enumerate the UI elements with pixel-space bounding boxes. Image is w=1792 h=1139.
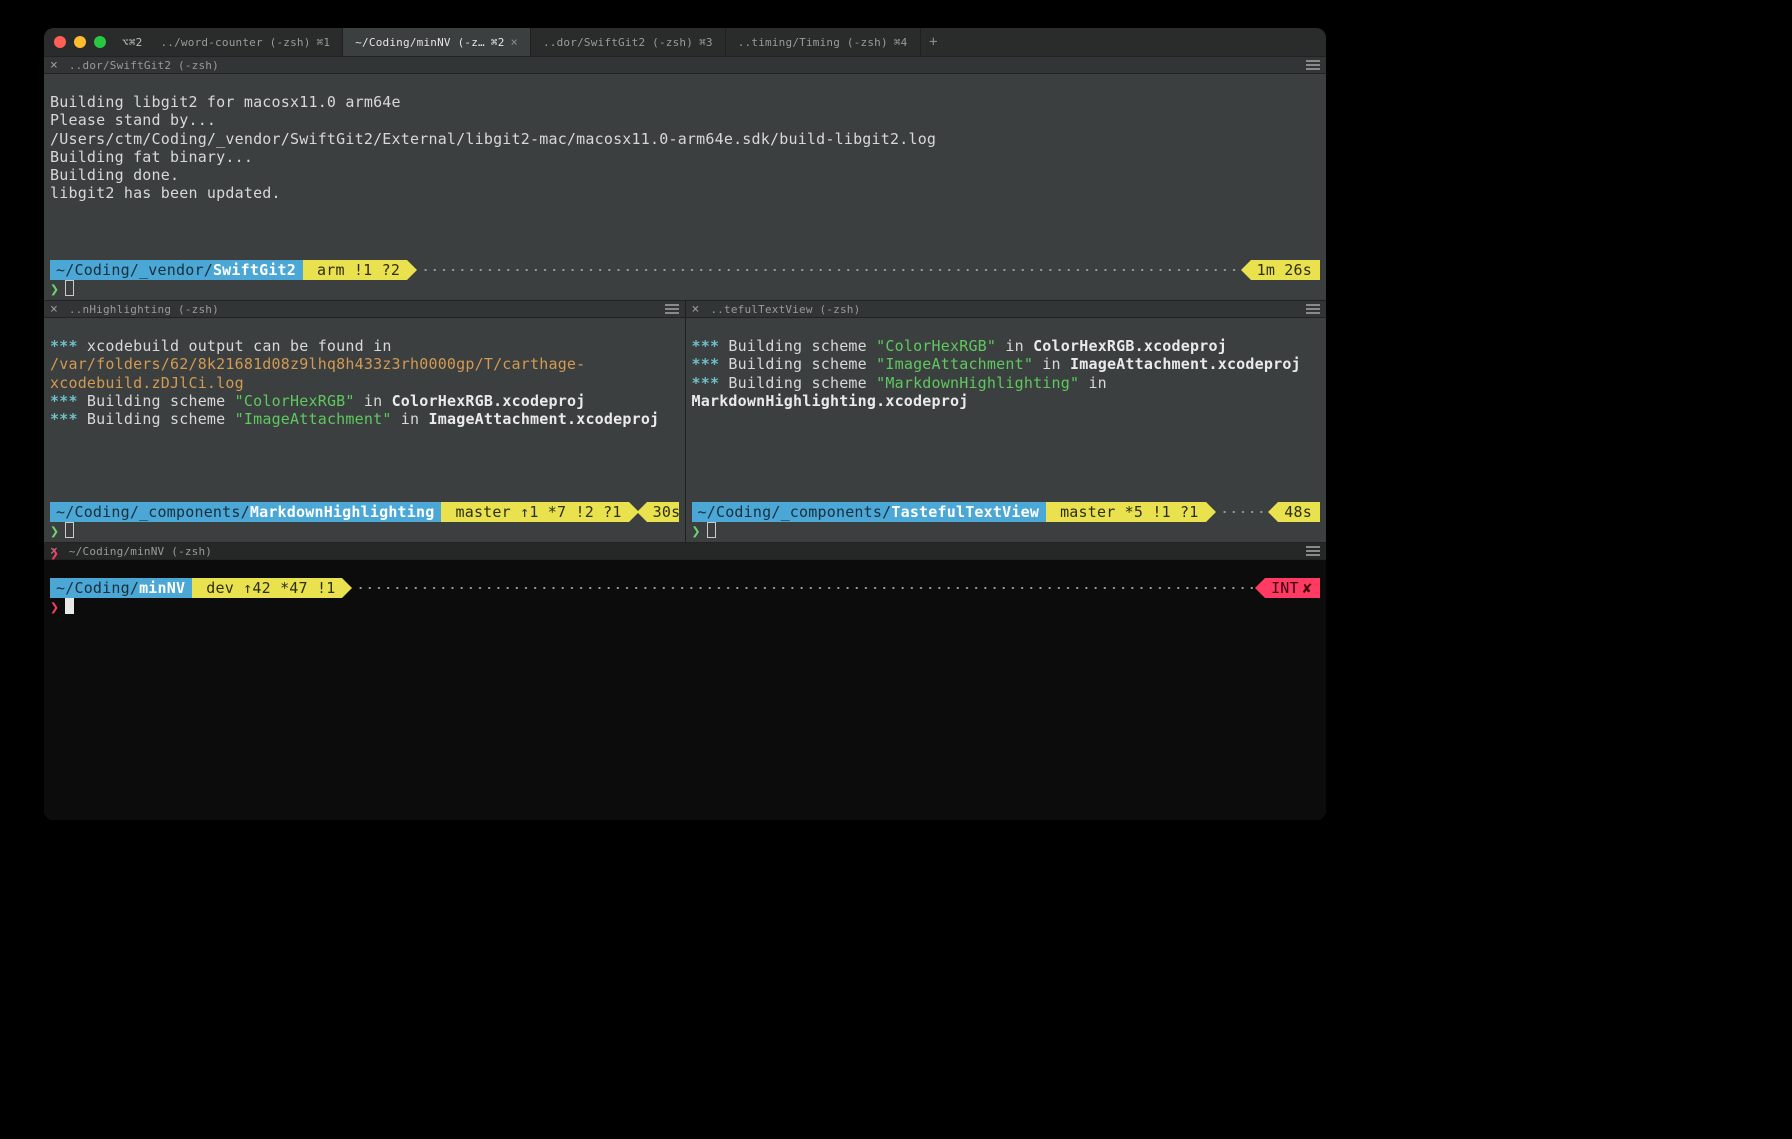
terminal-output: *** Building scheme "ColorHexRGB" in Col… <box>686 318 1327 410</box>
prompt-path-segment: ~/Coding/_vendor/SwiftGit2 <box>50 260 303 280</box>
prompt-timer-segment: 1m 26s <box>1251 260 1320 280</box>
pane-title: ..dor/SwiftGit2 (-zsh) <box>69 59 219 72</box>
tab-1[interactable]: ../word-counter (-zsh) ⌘1 <box>148 28 343 56</box>
pane-minnv[interactable]: × ~/Coding/minNV (-zsh) ❯ ~/Coding/minNV… <box>44 542 1326 820</box>
prompt: ~/Coding/minNV dev ↑42 *47 !1 INT✘ <box>50 578 1320 598</box>
prompt-status-segment: INT✘ <box>1265 578 1320 598</box>
prompt-timer-segment: 48s <box>1278 502 1320 522</box>
tab-2[interactable]: ~/Coding/minNV (-z… ⌘2 × <box>343 28 531 56</box>
tab-bar: ⌥⌘2 ../word-counter (-zsh) ⌘1 ~/Coding/m… <box>44 28 1326 56</box>
prompt-branch-segment: master *5 !1 ?1 <box>1046 502 1205 522</box>
terminal-window: ⌥⌘2 ../word-counter (-zsh) ⌘1 ~/Coding/m… <box>44 28 1326 820</box>
cursor <box>707 522 716 538</box>
prompt: ~/Coding/_vendor/SwiftGit2 arm !1 ?2 1m … <box>50 260 1320 280</box>
terminal-output: Building libgit2 for macosx11.0 arm64e P… <box>44 74 1326 202</box>
tab-3[interactable]: ..dor/SwiftGit2 (-zsh) ⌘3 <box>531 28 726 56</box>
minimize-window-button[interactable] <box>74 36 86 48</box>
panes: × ..dor/SwiftGit2 (-zsh) Building libgit… <box>44 56 1326 820</box>
cursor <box>65 598 74 614</box>
error-icon: ✘ <box>1303 579 1312 597</box>
close-icon[interactable]: × <box>692 302 700 317</box>
tab-4[interactable]: ..timing/Timing (-zsh) ⌘4 <box>726 28 921 56</box>
pane-markdownhighlighting[interactable]: × ..nHighlighting (-zsh) *** xcodebuild … <box>44 300 685 542</box>
tabbar-prefix-icon: ⌥⌘2 <box>122 36 142 49</box>
pane-title-bar: × ..tefulTextView (-zsh) <box>686 300 1327 318</box>
prompt: ~/Coding/_components/TastefulTextView ma… <box>692 502 1321 522</box>
hamburger-icon[interactable] <box>1306 550 1320 552</box>
close-window-button[interactable] <box>54 36 66 48</box>
pane-title-bar: × ..nHighlighting (-zsh) <box>44 300 685 318</box>
prompt-path-segment: ~/Coding/minNV <box>50 578 192 598</box>
prompt-filler <box>1220 502 1275 522</box>
pane-title-bar: × ~/Coding/minNV (-zsh) <box>44 542 1326 560</box>
close-icon[interactable]: × <box>50 58 58 73</box>
zoom-window-button[interactable] <box>94 36 106 48</box>
terminal-output: *** xcodebuild output can be found in /v… <box>44 318 685 428</box>
pane-swiftgit2[interactable]: × ..dor/SwiftGit2 (-zsh) Building libgit… <box>44 56 1326 300</box>
prompt: ~/Coding/_components/MarkdownHighlightin… <box>50 502 679 522</box>
close-icon[interactable]: × <box>50 302 58 317</box>
pane-title: ~/Coding/minNV (-zsh) <box>69 545 212 558</box>
pane-title: ..tefulTextView (-zsh) <box>710 303 860 316</box>
tab-label: ..timing/Timing (-zsh) <box>738 36 888 49</box>
traffic-lights <box>44 36 116 48</box>
prompt-branch-segment: arm !1 ?2 <box>303 260 407 280</box>
prompt-caret: ❯ <box>50 522 74 540</box>
tab-shortcut: ⌘1 <box>317 36 331 49</box>
hamburger-icon[interactable] <box>1306 308 1320 310</box>
prompt-branch-segment: master ↑1 *7 !2 ?1 <box>441 502 628 522</box>
pane-title: ..nHighlighting (-zsh) <box>69 303 219 316</box>
tab-shortcut: ⌘2 <box>491 36 505 49</box>
prompt-caret: ❯ <box>50 598 74 616</box>
prompt-caret: ❯ <box>692 522 716 540</box>
prompt-caret-empty: ❯ <box>50 544 59 562</box>
tab-label: ~/Coding/minNV (-z… <box>355 36 485 49</box>
hamburger-icon[interactable] <box>665 308 679 310</box>
prompt-path-segment: ~/Coding/_components/MarkdownHighlightin… <box>50 502 441 522</box>
close-icon[interactable]: × <box>511 35 518 49</box>
prompt-filler <box>356 578 1261 598</box>
tab-label: ../word-counter (-zsh) <box>160 36 310 49</box>
add-tab-button[interactable]: + <box>921 34 947 50</box>
prompt-branch-segment: dev ↑42 *47 !1 <box>192 578 342 598</box>
prompt-path-segment: ~/Coding/_components/TastefulTextView <box>692 502 1047 522</box>
pane-tastefultextview[interactable]: × ..tefulTextView (-zsh) *** Building sc… <box>685 300 1327 542</box>
cursor <box>65 280 74 296</box>
prompt-timer-segment: 30s <box>647 502 679 522</box>
tab-shortcut: ⌘3 <box>699 36 713 49</box>
pane-title-bar: × ..dor/SwiftGit2 (-zsh) <box>44 56 1326 74</box>
cursor <box>65 522 74 538</box>
prompt-filler <box>421 260 1247 280</box>
hamburger-icon[interactable] <box>1306 64 1320 66</box>
tab-label: ..dor/SwiftGit2 (-zsh) <box>543 36 693 49</box>
prompt-caret: ❯ <box>50 280 74 298</box>
tab-shortcut: ⌘4 <box>894 36 908 49</box>
